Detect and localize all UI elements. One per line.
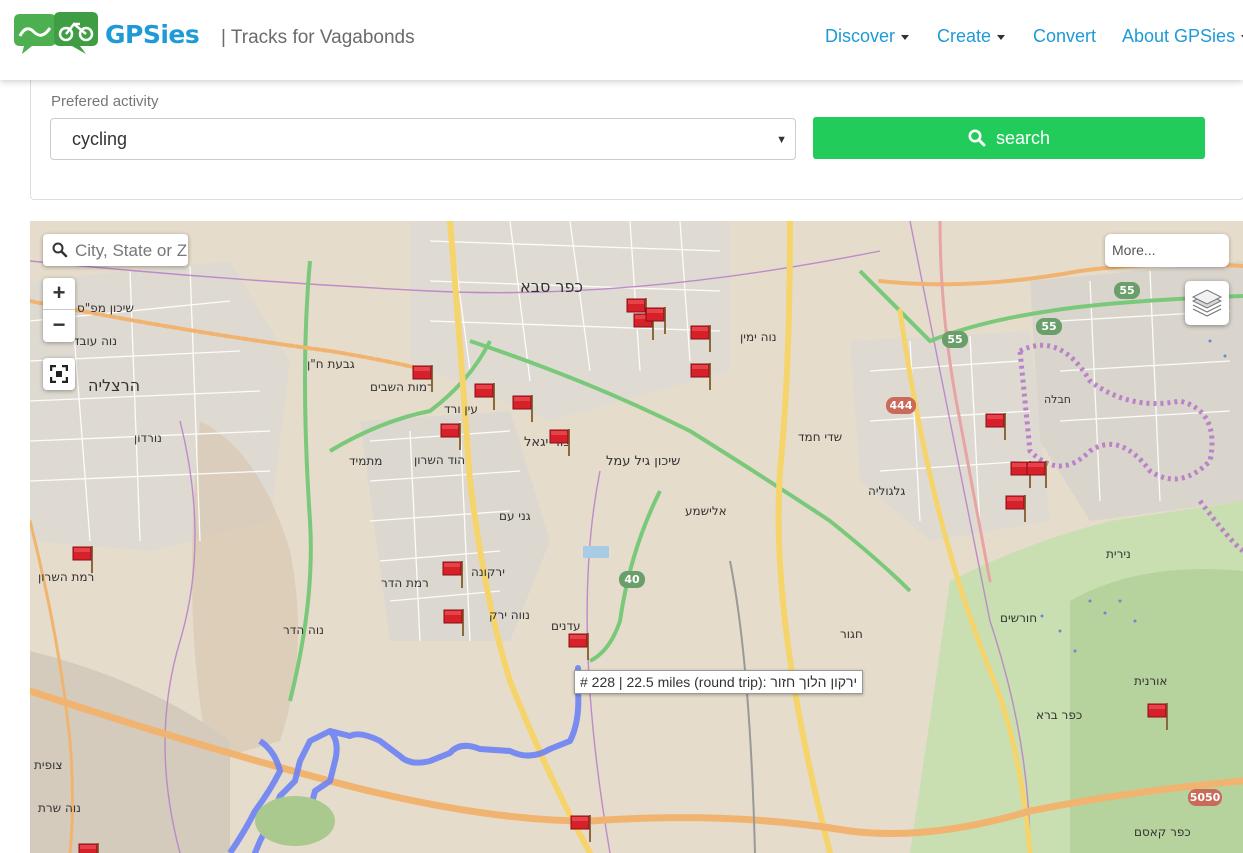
place-label: חגור xyxy=(840,627,863,641)
tagline: | Tracks for Vagabonds xyxy=(221,27,415,48)
place-label: נוה ימין xyxy=(740,330,777,344)
place-label: נוה עובד xyxy=(73,334,117,348)
place-label: הוד השרון xyxy=(414,453,466,467)
nav-discover-label: Discover xyxy=(825,26,896,46)
road-number-label: 55 xyxy=(1036,318,1062,335)
track-marker-flag-icon[interactable] xyxy=(512,393,536,423)
place-label: כפר סבא xyxy=(520,277,583,296)
search-button-label: search xyxy=(995,127,1051,148)
layers-button[interactable] xyxy=(1185,281,1229,325)
track-marker-flag-icon[interactable] xyxy=(690,361,714,391)
caret-down-icon: ▼ xyxy=(776,134,787,146)
track-marker-flag-icon[interactable] xyxy=(645,305,669,335)
nav-discover[interactable]: Discover xyxy=(825,26,910,50)
track-marker-flag-icon[interactable] xyxy=(568,631,592,661)
place-label: צופית xyxy=(34,758,63,772)
nav-about[interactable]: About GPSies xyxy=(1122,26,1243,50)
place-label: גני עם xyxy=(499,509,531,523)
activity-label: Prefered activity xyxy=(51,93,159,110)
place-label: אלישמע xyxy=(685,504,727,518)
track-marker-flag-icon[interactable] xyxy=(549,427,573,457)
place-label: גלגוליה xyxy=(868,484,906,498)
track-marker-flag-icon[interactable] xyxy=(1005,493,1029,523)
track-marker-flag-icon[interactable] xyxy=(474,381,498,411)
caret-down-icon xyxy=(901,34,910,40)
track-tooltip: # 228 | 22.5 miles (round trip): ירקון ה… xyxy=(574,670,864,694)
track-marker-flag-icon[interactable] xyxy=(442,559,466,589)
map-view[interactable]: 55 55 55 444 40 5050 כפר סבא הרצליה רמות… xyxy=(30,221,1243,853)
place-label: נוה שרת xyxy=(38,801,81,815)
track-marker-flag-icon[interactable] xyxy=(1147,701,1171,731)
map-search-input[interactable]: City, State or Zip xyxy=(43,234,188,266)
activity-select-value: cycling xyxy=(72,129,128,149)
place-label: ירקונה xyxy=(471,565,505,579)
nav-create-label: Create xyxy=(937,26,992,46)
place-label: רמת הדר xyxy=(381,576,429,590)
track-marker-flag-icon[interactable] xyxy=(412,363,436,393)
place-label: שיכון גיל עמל xyxy=(606,454,681,469)
search-icon xyxy=(52,242,68,258)
place-label: נירית xyxy=(1106,547,1131,561)
place-label: נווה ירק xyxy=(489,608,530,622)
zoom-in-button[interactable]: + xyxy=(43,278,75,309)
search-icon xyxy=(968,129,986,147)
fullscreen-button[interactable] xyxy=(43,358,75,390)
place-label: כפר קאסם xyxy=(1134,825,1191,839)
track-marker-flag-icon[interactable] xyxy=(690,323,714,353)
road-number-label: 40 xyxy=(619,571,645,588)
place-label: מתמיד xyxy=(349,454,383,468)
track-marker-flag-icon[interactable] xyxy=(440,421,464,451)
activity-select[interactable]: cycling ▼ xyxy=(50,118,796,160)
nav-convert[interactable]: Convert xyxy=(1033,26,1096,50)
road-number-label: 55 xyxy=(942,331,968,348)
nav-create[interactable]: Create xyxy=(937,26,1006,50)
caret-down-icon xyxy=(997,34,1006,40)
nav-about-label: About GPSies xyxy=(1122,26,1236,46)
place-label: גבעת ח"ן xyxy=(307,357,355,371)
place-label: נורדון xyxy=(134,431,162,445)
track-marker-flag-icon[interactable] xyxy=(1026,459,1050,489)
site-header: GPSies | Tracks for Vagabonds Discover C… xyxy=(0,0,1243,80)
road-number-label: 444 xyxy=(886,397,916,414)
more-layers-button[interactable]: More... xyxy=(1105,234,1229,267)
zoom-out-button[interactable]: − xyxy=(43,310,75,341)
brand-name[interactable]: GPSies xyxy=(105,20,200,49)
road-number-label: 55 xyxy=(1114,282,1140,299)
zoom-control: + − xyxy=(43,278,75,342)
fullscreen-icon xyxy=(50,365,68,383)
place-label: שדי חמד xyxy=(798,430,843,444)
place-label: עין ורד xyxy=(444,402,478,416)
place-label: חורשים xyxy=(1000,611,1038,625)
place-label: כפר ברא xyxy=(1036,708,1083,722)
track-marker-flag-icon[interactable] xyxy=(985,411,1009,441)
place-label: נוה הדר xyxy=(283,623,324,637)
map-search-placeholder: City, State or Zip xyxy=(75,241,188,260)
gpsies-logo-icon[interactable] xyxy=(10,10,102,62)
place-label: חבלה xyxy=(1044,393,1071,406)
place-label: הרצליה xyxy=(88,376,141,395)
track-marker-flag-icon[interactable] xyxy=(78,841,102,853)
search-button[interactable]: search xyxy=(813,117,1205,159)
track-marker-flag-icon[interactable] xyxy=(570,813,594,843)
layers-icon xyxy=(1191,289,1223,317)
road-number-label: 5050 xyxy=(1188,789,1222,806)
track-marker-flag-icon[interactable] xyxy=(443,607,467,637)
place-label: שיכון מפ"ס xyxy=(77,301,134,315)
nav-convert-label: Convert xyxy=(1033,26,1097,46)
search-panel: Prefered activity cycling ▼ search xyxy=(30,72,1243,200)
track-marker-flag-icon[interactable] xyxy=(72,544,96,574)
place-label: אורנית xyxy=(1134,674,1168,688)
